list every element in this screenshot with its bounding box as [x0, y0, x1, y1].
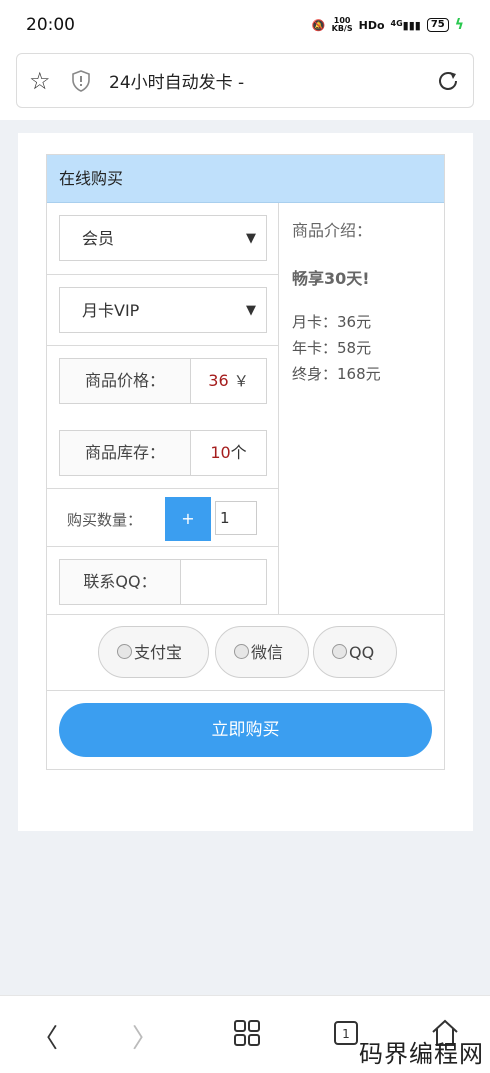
pay-option-wechat[interactable]: 微信 — [215, 626, 309, 678]
shield-icon[interactable] — [69, 69, 93, 93]
signal-icon: 4G▮▮▮ — [390, 18, 421, 32]
intro-line: 月卡：36元 — [292, 313, 372, 331]
radio-icon[interactable] — [234, 644, 249, 659]
pay-option-qq[interactable]: QQ — [313, 626, 397, 678]
payment-options: 支付宝 微信 QQ — [47, 614, 444, 691]
qq-input[interactable] — [180, 559, 267, 605]
pay-option-alipay[interactable]: 支付宝 — [98, 626, 209, 678]
tabs-icon[interactable]: 1 — [331, 1018, 361, 1048]
refresh-icon[interactable] — [435, 68, 461, 94]
product-row: 月卡VIP ▼ — [47, 275, 279, 346]
price-value: 36 ￥ — [190, 358, 267, 404]
plus-button[interactable]: + — [165, 497, 211, 541]
svg-text:1: 1 — [342, 1027, 350, 1041]
intro-heading: 商品介绍： — [292, 221, 373, 240]
forward-icon[interactable]: 〉 — [130, 1018, 160, 1054]
panel-title: 在线购买 — [47, 155, 444, 203]
intro-line: 终身：168元 — [292, 365, 381, 383]
stock-label: 商品库存： — [59, 430, 191, 476]
status-time: 20:00 — [26, 15, 75, 35]
hd-indicator: HDo — [358, 18, 385, 32]
chevron-down-icon: ▼ — [246, 303, 256, 318]
status-bar: 20:00 🔕 100 KB/S HDo 4G▮▮▮ 75 ϟ — [0, 0, 490, 50]
watermark-text: 码界编程网 — [359, 1040, 484, 1068]
quantity-row: 购买数量： + 1 — [47, 489, 279, 547]
price-label: 商品价格： — [59, 358, 191, 404]
page-title: 24小时自动发卡 - — [109, 73, 245, 93]
chevron-down-icon: ▼ — [246, 231, 256, 246]
intro-line: 年卡：58元 — [292, 339, 372, 357]
mute-icon: 🔕 — [311, 18, 326, 32]
price-stock-row: 商品价格： 36 ￥ 商品库存： 10个 — [47, 346, 279, 489]
intro-highlight: 畅享30天! — [292, 269, 370, 288]
category-row: 会员 ▼ — [47, 203, 279, 275]
category-select[interactable]: 会员 ▼ — [59, 215, 267, 261]
stock-value: 10个 — [190, 430, 267, 476]
address-bar[interactable]: ☆ 24小时自动发卡 - — [16, 53, 474, 108]
status-icons: 🔕 100 KB/S HDo 4G▮▮▮ 75 ϟ — [311, 16, 464, 34]
battery-icon: 75 — [426, 18, 449, 32]
star-icon[interactable]: ☆ — [29, 67, 59, 95]
product-intro: 商品介绍： 畅享30天! 月卡：36元 年卡：58元 终身：168元 — [280, 203, 444, 614]
quantity-label: 购买数量： — [67, 511, 143, 529]
radio-icon[interactable] — [117, 644, 132, 659]
net-speed: 100 KB/S — [331, 16, 353, 33]
purchase-panel: 在线购买 会员 ▼ 月卡VIP ▼ 商品价格： 36 ￥ 商品库存： 10个 购… — [46, 154, 445, 770]
purchase-form: 会员 ▼ 月卡VIP ▼ 商品价格： 36 ￥ 商品库存： 10个 购买数量： … — [47, 203, 279, 614]
buy-now-button[interactable]: 立即购买 — [59, 703, 432, 757]
radio-icon[interactable] — [332, 644, 347, 659]
product-select[interactable]: 月卡VIP ▼ — [59, 287, 267, 333]
qq-label: 联系QQ： — [59, 559, 181, 605]
charging-icon: ϟ — [454, 17, 464, 33]
grid-icon[interactable] — [232, 1018, 262, 1048]
quantity-input[interactable]: 1 — [215, 501, 257, 535]
qq-row: 联系QQ： — [47, 547, 279, 614]
bottom-nav: 〈 〉 1 码界编程网 — [0, 995, 490, 1073]
back-icon[interactable]: 〈 — [30, 1018, 60, 1054]
